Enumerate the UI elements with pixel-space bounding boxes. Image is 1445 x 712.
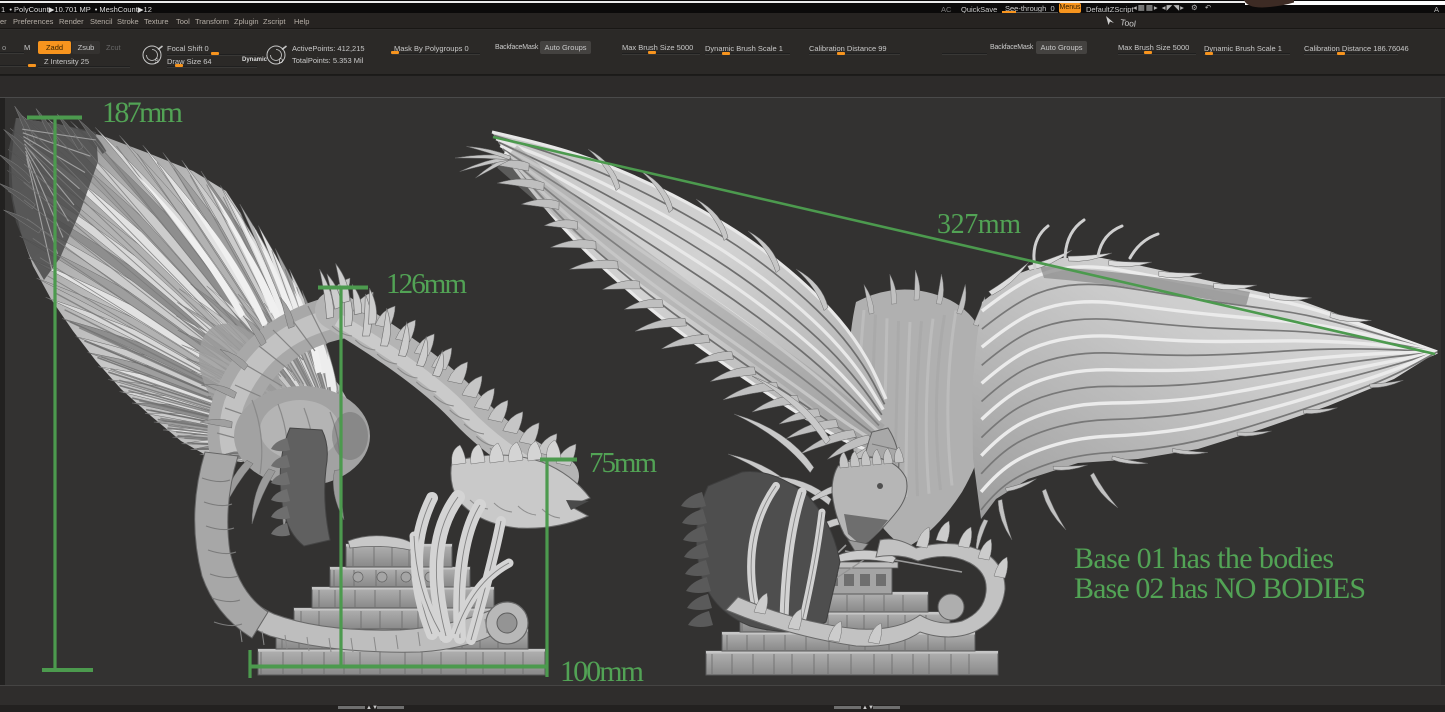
svg-text:Base 02 has NO BODIES: Base 02 has NO BODIES xyxy=(1074,572,1366,605)
svg-text:126mm: 126mm xyxy=(386,268,467,300)
svg-text:187mm: 187mm xyxy=(102,96,183,129)
svg-text:S: S xyxy=(155,58,160,65)
svg-text:D: D xyxy=(279,58,284,65)
svg-text:Tool: Tool xyxy=(1120,17,1137,29)
svg-text:327mm: 327mm xyxy=(937,209,1021,240)
svg-text:100mm: 100mm xyxy=(560,655,644,688)
svg-text:75mm: 75mm xyxy=(589,447,657,479)
svg-text:Base 01 has the bodies: Base 01 has the bodies xyxy=(1074,542,1334,575)
